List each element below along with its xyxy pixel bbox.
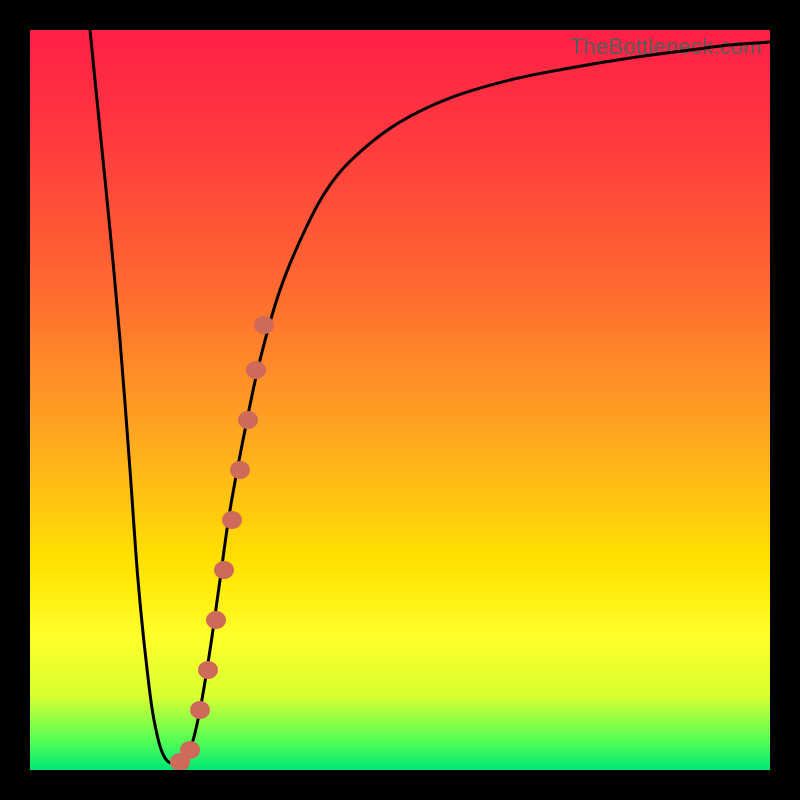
highlight-marker [246, 361, 266, 379]
plot-area: TheBottleneck.com [30, 30, 770, 770]
highlight-marker [190, 701, 210, 719]
bottleneck-curve [90, 30, 770, 763]
highlight-marker [214, 561, 234, 579]
chart-frame: TheBottleneck.com [0, 0, 800, 800]
highlight-marker [222, 511, 242, 529]
chart-svg [30, 30, 770, 770]
highlight-marker [238, 411, 258, 429]
highlight-marker [254, 316, 274, 334]
highlight-markers [170, 316, 274, 770]
highlight-marker [198, 661, 218, 679]
highlight-marker [206, 611, 226, 629]
highlight-marker [180, 741, 200, 759]
highlight-marker [230, 461, 250, 479]
